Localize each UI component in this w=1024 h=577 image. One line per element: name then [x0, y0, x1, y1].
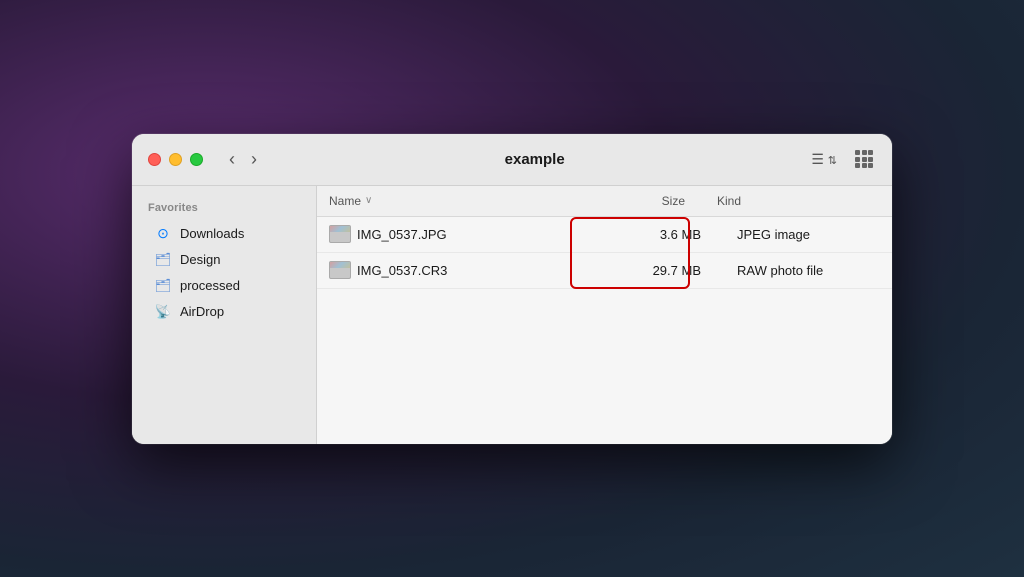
traffic-lights — [148, 153, 203, 166]
view-controls: ☰ ⇅ — [806, 148, 842, 171]
file-list: IMG_0537.JPG 3.6 MB JPEG image IMG_0537.… — [317, 217, 892, 289]
table-row[interactable]: IMG_0537.JPG 3.6 MB JPEG image — [317, 217, 892, 253]
sidebar-item-processed[interactable]: 🗂 processed — [138, 273, 310, 299]
maximize-button[interactable] — [190, 153, 203, 166]
minimize-button[interactable] — [169, 153, 182, 166]
sidebar-item-airdrop-label: AirDrop — [180, 304, 224, 319]
window-title: example — [275, 151, 794, 168]
file-list-container: IMG_0537.JPG 3.6 MB JPEG image IMG_0537.… — [317, 217, 892, 444]
main-content: Name ∨ Size Kind IMG_0537.JPG 3.6 M — [317, 186, 892, 444]
close-button[interactable] — [148, 153, 161, 166]
sidebar-item-processed-label: processed — [180, 278, 240, 293]
file-kind-cr3: RAW photo file — [717, 263, 892, 278]
col-header-name[interactable]: Name ∨ — [317, 192, 577, 210]
file-thumbnail-cr3 — [329, 261, 351, 279]
folder-icon-design: 🗂 — [154, 252, 172, 268]
file-name-jpg: IMG_0537.JPG — [357, 227, 597, 242]
file-thumbnail-jpg — [329, 225, 351, 243]
airdrop-icon: 📡 — [154, 304, 172, 320]
window-body: Favorites ⊙ Downloads 🗂 Design 🗂 process… — [132, 186, 892, 444]
sort-arrow-name: ∨ — [365, 195, 372, 206]
sidebar-item-downloads-label: Downloads — [180, 226, 244, 241]
sidebar: Favorites ⊙ Downloads 🗂 Design 🗂 process… — [132, 186, 317, 444]
downloads-icon: ⊙ — [154, 225, 172, 242]
file-list-header: Name ∨ Size Kind — [317, 186, 892, 217]
grid-view-icon — [855, 150, 873, 168]
file-kind-jpg: JPEG image — [717, 227, 892, 242]
back-button[interactable]: ‹ — [223, 146, 241, 172]
col-header-kind[interactable]: Kind — [697, 192, 892, 210]
sort-icon: ⇅ — [828, 155, 837, 167]
list-view-button[interactable]: ☰ ⇅ — [806, 148, 842, 171]
nav-buttons: ‹ › — [223, 146, 263, 172]
finder-window: ‹ › example ☰ ⇅ Favorites — [132, 134, 892, 444]
folder-icon-processed: 🗂 — [154, 278, 172, 294]
col-header-size[interactable]: Size — [577, 192, 697, 210]
sidebar-section-favorites: Favorites — [132, 198, 316, 220]
list-view-icon: ☰ — [811, 151, 824, 167]
sidebar-item-design-label: Design — [180, 252, 220, 267]
toolbar-right: ☰ ⇅ — [806, 147, 876, 171]
sidebar-item-airdrop[interactable]: 📡 AirDrop — [138, 299, 310, 325]
forward-button[interactable]: › — [245, 146, 263, 172]
file-size-cr3: 29.7 MB — [597, 263, 717, 278]
grid-view-button[interactable] — [852, 147, 876, 171]
sidebar-item-downloads[interactable]: ⊙ Downloads — [138, 220, 310, 247]
sidebar-item-design[interactable]: 🗂 Design — [138, 247, 310, 273]
title-bar: ‹ › example ☰ ⇅ — [132, 134, 892, 186]
file-size-jpg: 3.6 MB — [597, 227, 717, 242]
table-row[interactable]: IMG_0537.CR3 29.7 MB RAW photo file — [317, 253, 892, 289]
file-name-cr3: IMG_0537.CR3 — [357, 263, 597, 278]
